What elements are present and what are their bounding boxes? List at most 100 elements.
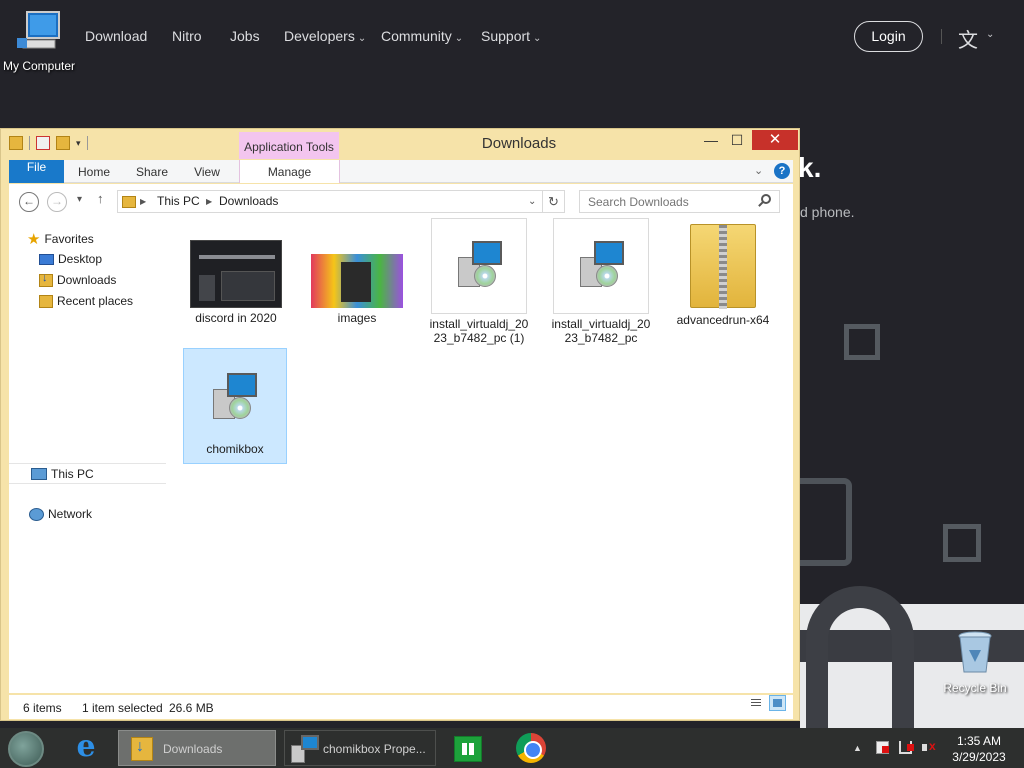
chrome-icon[interactable] (514, 730, 548, 767)
file-item[interactable]: install_virtualdj_2023_b7482_pc (549, 218, 653, 345)
new-folder-icon[interactable] (56, 136, 70, 150)
nav-desktop[interactable]: Desktop (39, 252, 102, 266)
recent-locations-icon[interactable]: ▾ (77, 194, 82, 205)
taskbar-task-downloads[interactable]: Downloads (118, 730, 276, 766)
nav-support-label: Support (481, 28, 531, 44)
window-title-text: Downloads (481, 135, 557, 152)
computer-icon (31, 467, 47, 480)
action-center-flag-icon[interactable] (876, 741, 889, 754)
tab-file[interactable]: File (9, 160, 64, 183)
nav-this-pc-label: This PC (51, 466, 94, 481)
file-name: install_virtualdj_2023_b7482_pc (1) (429, 317, 529, 345)
address-bar[interactable]: ▶ This PC ▶ Downloads ⌄ (117, 190, 543, 213)
chevron-down-icon: ⌄ (533, 33, 542, 44)
help-icon[interactable]: ? (774, 163, 790, 179)
network-status-icon[interactable] (899, 741, 914, 754)
nav-developers[interactable]: Developers ⌄ (284, 28, 366, 44)
file-item[interactable]: images (305, 218, 409, 325)
ribbon-tabs: File Home Share View Manage ⌄ ? (9, 160, 793, 183)
breadcrumb-this-pc[interactable]: This PC (157, 191, 200, 212)
forward-button[interactable]: → (47, 192, 67, 212)
nav-favorites[interactable]: ★ Favorites (27, 230, 94, 248)
nav-recent-places[interactable]: Recent places (39, 294, 133, 308)
nav-download[interactable]: Download (85, 28, 147, 44)
nav-jobs[interactable]: Jobs (230, 28, 260, 44)
installer-icon (431, 218, 527, 314)
search-input[interactable] (579, 190, 780, 213)
file-name: chomikbox (206, 442, 264, 456)
downloads-folder-icon (122, 191, 136, 215)
maximize-button[interactable]: ☐ (724, 130, 750, 150)
recycle-bin-icon (958, 631, 992, 673)
taskbar: e Downloads chomikbox Prope... ▲ 1:35 AM… (0, 728, 1024, 768)
taskbar-task-label: chomikbox Prope... (323, 742, 426, 756)
hero-heading-fragment: k. (798, 152, 822, 183)
tab-manage[interactable]: Manage (239, 160, 340, 183)
image-thumbnail (190, 240, 282, 308)
address-dropdown-icon[interactable]: ⌄ (528, 191, 536, 212)
nav-favorites-label: Favorites (44, 232, 94, 246)
store-icon[interactable] (452, 730, 484, 767)
close-button[interactable]: ✕ (752, 130, 798, 150)
back-button[interactable]: ← (19, 192, 39, 212)
properties-icon[interactable] (36, 136, 50, 150)
nav-network[interactable]: Network (29, 507, 92, 521)
selection-count: 1 item selected (82, 701, 163, 715)
minimize-button[interactable]: — (698, 130, 724, 150)
folder-icon[interactable] (9, 136, 23, 150)
tab-home[interactable]: Home (71, 160, 117, 183)
breadcrumb-downloads[interactable]: Downloads (219, 191, 278, 212)
navigation-pane: ★ Favorites Desktop Downloads Recent pla… (9, 218, 169, 693)
refresh-button[interactable]: ↻ (543, 190, 565, 213)
toolbar-divider (86, 136, 88, 150)
details-view-icon[interactable] (747, 695, 764, 711)
start-button[interactable] (8, 731, 44, 767)
nav-downloads[interactable]: Downloads (39, 272, 117, 287)
my-computer-desktop-icon[interactable]: My Computer (0, 10, 78, 73)
file-name: discord in 2020 (195, 311, 277, 325)
selection-size: 26.6 MB (169, 701, 214, 715)
show-hidden-icons-icon[interactable]: ▲ (853, 743, 862, 753)
tab-share[interactable]: Share (129, 160, 175, 183)
clock-date: 3/29/2023 (952, 750, 1006, 764)
nav-downloads-label: Downloads (57, 273, 117, 287)
login-button[interactable]: Login (854, 21, 923, 52)
file-item[interactable]: advancedrun-x64 (671, 218, 775, 327)
volume-muted-icon[interactable] (922, 739, 936, 754)
file-name: advancedrun-x64 (676, 313, 770, 327)
up-arrow-icon[interactable]: ↑ (97, 191, 104, 206)
chevron-down-icon: ⌄ (986, 29, 995, 40)
nav-nitro[interactable]: Nitro (172, 28, 202, 44)
computer-icon (17, 11, 60, 49)
quick-access-toolbar: ▾ (9, 136, 88, 150)
search-icon[interactable] (761, 194, 771, 204)
recent-places-icon (39, 294, 53, 308)
downloads-folder-icon (131, 737, 153, 761)
internet-explorer-icon[interactable]: e (66, 730, 106, 767)
explorer-window: ▾ Application Tools Downloads — ☐ ✕ File… (0, 128, 800, 721)
tab-view[interactable]: View (185, 160, 229, 183)
translate-icon[interactable]: 文 (958, 24, 978, 53)
file-item-selected[interactable]: chomikbox (183, 348, 287, 464)
customize-toolbar-icon[interactable]: ▾ (76, 138, 81, 149)
nav-support[interactable]: Support ⌄ (481, 28, 541, 44)
large-icons-view-icon[interactable] (769, 695, 786, 711)
nav-developers-label: Developers (284, 28, 355, 44)
application-tools-label: Application Tools (239, 132, 339, 159)
file-item[interactable]: discord in 2020 (184, 218, 288, 325)
title-bar[interactable]: ▾ Application Tools Downloads — ☐ ✕ (1, 129, 799, 159)
file-item[interactable]: install_virtualdj_2023_b7482_pc (1) (427, 218, 531, 345)
nav-community-label: Community (381, 28, 452, 44)
recycle-bin-desktop-icon[interactable]: Recycle Bin (940, 630, 1010, 695)
file-name: install_virtualdj_2023_b7482_pc (551, 317, 651, 345)
decorative-square (943, 524, 981, 562)
nav-this-pc[interactable]: This PC (9, 463, 166, 484)
expand-ribbon-icon[interactable]: ⌄ (754, 164, 763, 177)
taskbar-task-properties[interactable]: chomikbox Prope... (284, 730, 436, 766)
status-bar: 6 items 1 item selected 26.6 MB (9, 695, 793, 719)
network-icon (29, 507, 44, 521)
nav-community[interactable]: Community ⌄ (381, 28, 463, 44)
toolbar-divider (29, 136, 30, 150)
item-count: 6 items (23, 701, 62, 715)
clock[interactable]: 1:35 AM 3/29/2023 (946, 733, 1012, 765)
